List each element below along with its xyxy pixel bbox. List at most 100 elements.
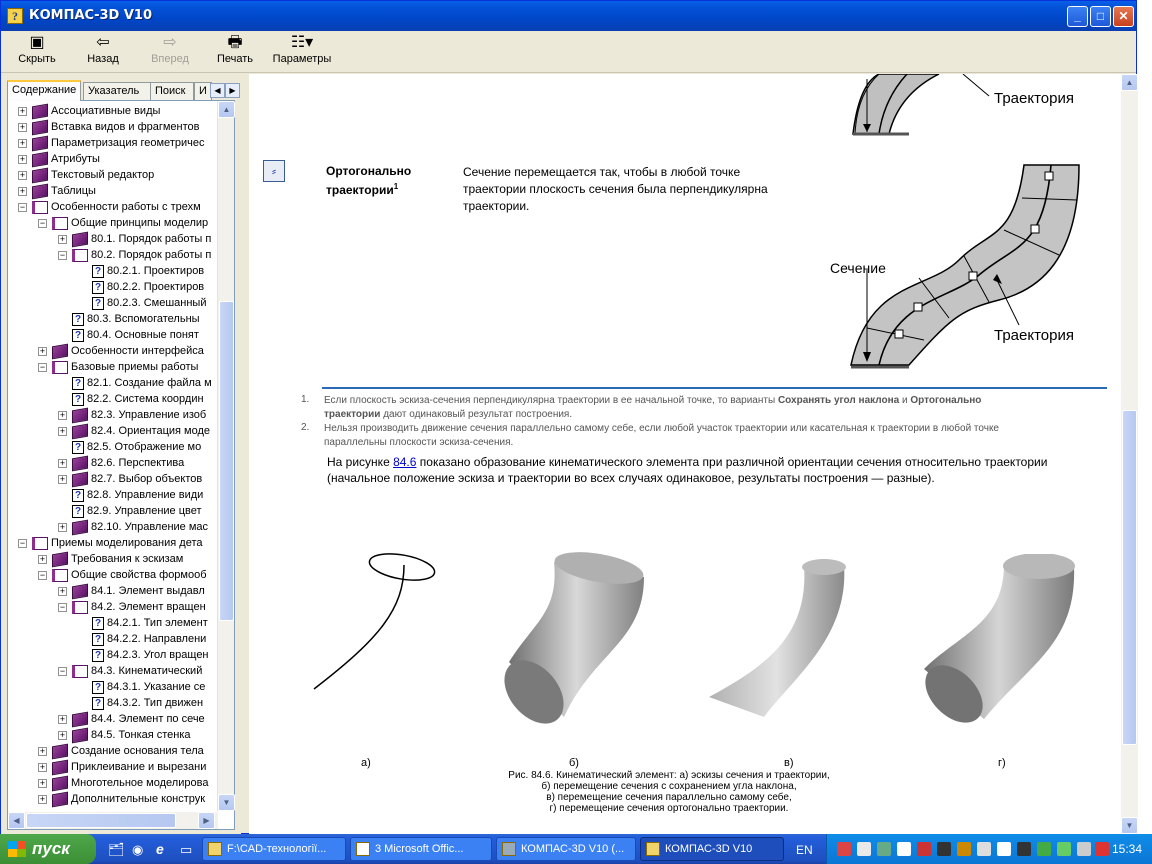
tree-item[interactable]: ? 82.2. Система координ [72,391,204,407]
tree-item[interactable]: ? 80.2.2. Проектиров [92,279,204,295]
back-button[interactable]: ⇦ Назад [81,33,125,71]
tree-item[interactable]: − 80.2. Порядок работы п [58,247,211,263]
tree-item[interactable]: ? 82.8. Управление види [72,487,203,503]
tree-hscroll-thumb[interactable] [26,813,176,828]
collapse-icon[interactable]: − [38,570,47,580]
scroll-left-icon[interactable]: ◀ [8,812,25,829]
collapse-icon[interactable]: − [58,666,67,676]
tree-item[interactable]: − Общие свойства формооб [38,567,207,583]
quicklaunch-desktop-icon[interactable]: ▭ [180,842,192,858]
tree-item[interactable]: +82.3. Управление изоб [58,407,206,424]
tree-item[interactable]: ? 80.2.3. Смешанный [92,295,206,311]
content-vertical-scrollbar[interactable]: ▲ ▼ [1121,74,1138,834]
task-word[interactable]: 3 Microsoft Offic... [350,837,492,861]
language-indicator[interactable]: EN [796,843,813,857]
quicklaunch-explorer-icon[interactable]: 🗂 [108,842,125,858]
tree-vertical-scrollbar[interactable]: ▲ ▼ [217,101,235,811]
tree-item[interactable]: − Общие принципы моделир [38,215,208,231]
content-scroll-up-icon[interactable]: ▲ [1121,74,1138,91]
expand-icon[interactable]: + [18,170,27,180]
quicklaunch-outlook-icon[interactable]: ◉ [132,842,143,858]
expand-icon[interactable]: + [38,746,47,756]
tray-icon[interactable] [1017,842,1031,856]
maximize-button[interactable]: □ [1090,6,1111,27]
tab-contents[interactable]: Содержание [7,80,81,101]
volume-icon[interactable] [1077,842,1091,856]
tree-item[interactable]: − Особенности работы с трехм [18,199,201,215]
expand-icon[interactable]: + [58,474,67,484]
tray-icon[interactable] [957,842,971,856]
options-button[interactable]: ☷▾ Параметры [269,33,335,71]
tree-item[interactable]: ? 82.5. Отображение мо [72,439,201,455]
expand-icon[interactable]: + [38,762,47,772]
tray-icon[interactable] [877,842,891,856]
collapse-icon[interactable]: − [18,202,27,212]
expand-icon[interactable]: + [58,522,67,532]
scroll-up-icon[interactable]: ▲ [218,101,235,118]
tray-icon[interactable] [837,842,851,856]
task-kompas[interactable]: КОМПАС-3D V10 (... [496,837,636,861]
expand-icon[interactable]: + [18,154,27,164]
expand-icon[interactable]: + [58,234,67,244]
tree-item[interactable]: + Дополнительные конструк [38,791,205,808]
tree-item[interactable]: +84.4. Элемент по сече [58,711,205,728]
collapse-icon[interactable]: − [38,362,47,372]
figure-link[interactable]: 84.6 [393,455,416,469]
tree-item[interactable]: + Ассоциативные виды [18,103,160,120]
tree-item[interactable]: + Атрибуты [18,151,100,168]
tree-item[interactable]: ? 84.3.1. Указание се [92,679,205,695]
tree-scroll-thumb[interactable] [219,301,234,621]
tree-item[interactable]: ? 80.3. Вспомогательны [72,311,200,327]
tab-index[interactable]: Указатель [83,82,151,100]
task-kompas-help[interactable]: КОМПАС-3D V10 [640,837,784,861]
tree-item[interactable]: +82.10. Управление мас [58,519,208,536]
print-button[interactable]: 🖶 Печать [211,33,259,71]
tray-icon[interactable] [1037,842,1051,856]
quicklaunch-ie-icon[interactable]: e [156,841,164,857]
tray-icon[interactable] [1057,842,1071,856]
collapse-icon[interactable]: − [58,250,67,260]
close-button[interactable]: ✕ [1113,6,1134,27]
expand-icon[interactable]: + [38,778,47,788]
tab-search[interactable]: Поиск [150,82,194,100]
collapse-icon[interactable]: − [18,538,27,548]
expand-icon[interactable]: + [58,586,67,596]
tray-icon[interactable] [977,842,991,856]
expand-icon[interactable]: + [18,106,27,116]
expand-icon[interactable]: + [18,138,27,148]
tree-item[interactable]: + Текстовый редактор [18,167,154,184]
tree-item[interactable]: ? 80.4. Основные понят [72,327,199,343]
tree-item[interactable]: ? 84.2.2. Направлени [92,631,206,647]
tree-item[interactable]: ? 84.2.3. Угол вращен [92,647,209,663]
tree-item[interactable]: + Создание основания тела [38,743,204,760]
tab-scroll-right-icon[interactable]: ▶ [225,83,240,98]
tree-item[interactable]: +84.1. Элемент выдавл [58,583,205,600]
expand-icon[interactable]: + [58,410,67,420]
tree-item[interactable]: + Приклеивание и вырезани [38,759,206,776]
expand-icon[interactable]: + [38,554,47,564]
tree-item[interactable]: ? 80.2.1. Проектиров [92,263,204,279]
tree-item[interactable]: +82.6. Перспектива [58,455,184,472]
tree-item[interactable]: + Вставка видов и фрагментов [18,119,200,136]
tree-item[interactable]: − 84.2. Элемент вращен [58,599,206,615]
expand-icon[interactable]: + [58,714,67,724]
tree-item[interactable]: − Базовые приемы работы [38,359,198,375]
scroll-right-icon[interactable]: ▶ [198,812,215,829]
task-folder[interactable]: F:\CAD-технології... [202,837,346,861]
expand-icon[interactable]: + [38,346,47,356]
tree-item[interactable]: +84.5. Тонкая стенка [58,727,191,744]
expand-icon[interactable]: + [18,122,27,132]
tree-item[interactable]: ? 82.9. Управление цвет [72,503,202,519]
tab-scroll-left-icon[interactable]: ◀ [210,83,225,98]
collapse-icon[interactable]: − [58,602,67,612]
tree-item[interactable]: + Параметризация геометричес [18,135,204,152]
tray-icon[interactable] [937,842,951,856]
tree-item[interactable]: + Многотельное моделирова [38,775,208,792]
tree-item[interactable]: ? 82.1. Создание файла м [72,375,212,391]
tree-item[interactable]: +82.4. Ориентация моде [58,423,210,440]
tree-item[interactable]: − 84.3. Кинематический [58,663,202,679]
hide-button[interactable]: ▣ Скрыть [15,33,59,71]
forward-button[interactable]: ⇨ Вперед [145,33,195,71]
content-scroll-down-icon[interactable]: ▼ [1121,817,1138,834]
tray-icon[interactable] [897,842,911,856]
